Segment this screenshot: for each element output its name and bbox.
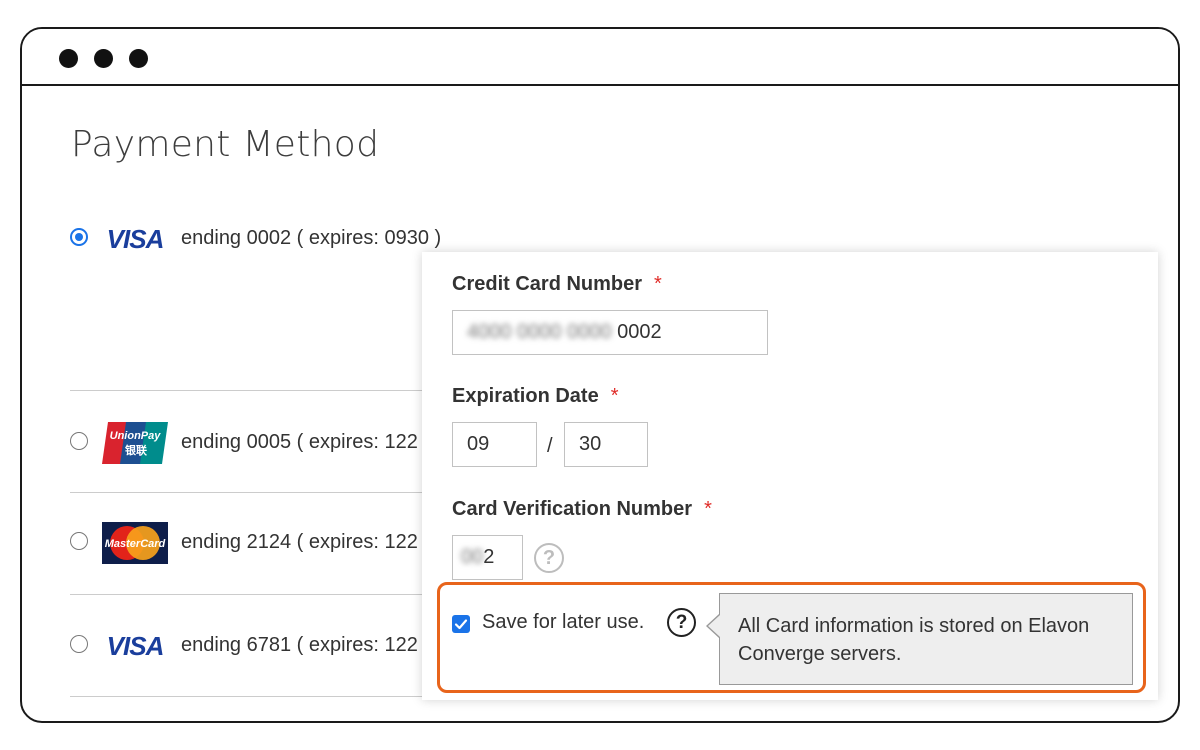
card-description: ending 6781 ( expires: 122 (181, 634, 418, 656)
masked-digits: 4000 0000 0000 (467, 321, 612, 343)
saved-card-row[interactable]: VISA ending 6781 ( expires: 122 (22, 625, 462, 665)
save-info-tooltip: All Card information is stored on Elavon… (719, 593, 1133, 685)
expiration-month-input[interactable]: 09 (452, 422, 537, 467)
card-number-input[interactable]: 4000 0000 0000 0002 (452, 310, 768, 355)
required-mark: * (610, 385, 619, 407)
card-radio[interactable] (70, 432, 88, 450)
mastercard-logo: MasterCard (102, 522, 168, 564)
saved-card-row[interactable]: MasterCard ending 2124 ( expires: 122 (22, 522, 462, 564)
row-divider (70, 390, 450, 391)
visa-logo: VISA (106, 223, 165, 254)
window-dot-1 (59, 49, 78, 68)
window-titlebar (22, 29, 1178, 86)
cvv-input[interactable]: 002 (452, 535, 523, 580)
browser-window: Payment Method VISA ending 0002 ( expire… (20, 27, 1180, 723)
cvv-label: Card Verification Number * (452, 498, 712, 520)
window-dot-2 (94, 49, 113, 68)
row-divider (70, 594, 450, 595)
checkmark-icon (454, 619, 468, 630)
svg-text:UnionPay: UnionPay (110, 430, 162, 442)
card-radio[interactable] (70, 635, 88, 653)
cvv-help-icon[interactable]: ? (534, 543, 564, 573)
expiration-label: Expiration Date * (452, 385, 619, 407)
card-number-label: Credit Card Number * (452, 273, 662, 295)
card-description: ending 0005 ( expires: 122 (181, 431, 418, 453)
svg-text:MasterCard: MasterCard (105, 538, 166, 550)
card-radio[interactable] (70, 532, 88, 550)
card-details-panel: Credit Card Number * 4000 0000 0000 0002 … (422, 252, 1158, 700)
card-description: ending 0002 ( expires: 0930 ) (181, 227, 442, 249)
window-dot-3 (129, 49, 148, 68)
date-separator: / (547, 435, 553, 457)
card-description: ending 2124 ( expires: 122 (181, 531, 418, 553)
row-divider (70, 492, 450, 493)
required-mark: * (704, 498, 712, 520)
masked-digits: 00 (461, 546, 484, 568)
tooltip-arrow-fill (708, 615, 720, 637)
card-radio-selected[interactable] (70, 228, 88, 246)
save-card-label[interactable]: Save for later use. (482, 611, 644, 634)
visible-digits: 0002 (617, 321, 662, 343)
visa-logo: VISA (106, 630, 165, 661)
visible-digits: 2 (483, 546, 495, 568)
required-mark: * (654, 273, 662, 295)
svg-text:银联: 银联 (125, 443, 147, 457)
save-help-icon[interactable]: ? (667, 608, 696, 637)
saved-card-row[interactable]: VISA ending 0002 ( expires: 0930 ) (22, 218, 462, 258)
page-title: Payment Method (71, 124, 380, 165)
saved-card-row[interactable]: UnionPay 银联 ending 0005 ( expires: 122 (22, 422, 462, 464)
save-card-checkbox[interactable] (452, 615, 470, 633)
unionpay-logo: UnionPay 银联 (102, 422, 168, 464)
row-divider (70, 696, 450, 697)
expiration-year-input[interactable]: 30 (564, 422, 648, 467)
